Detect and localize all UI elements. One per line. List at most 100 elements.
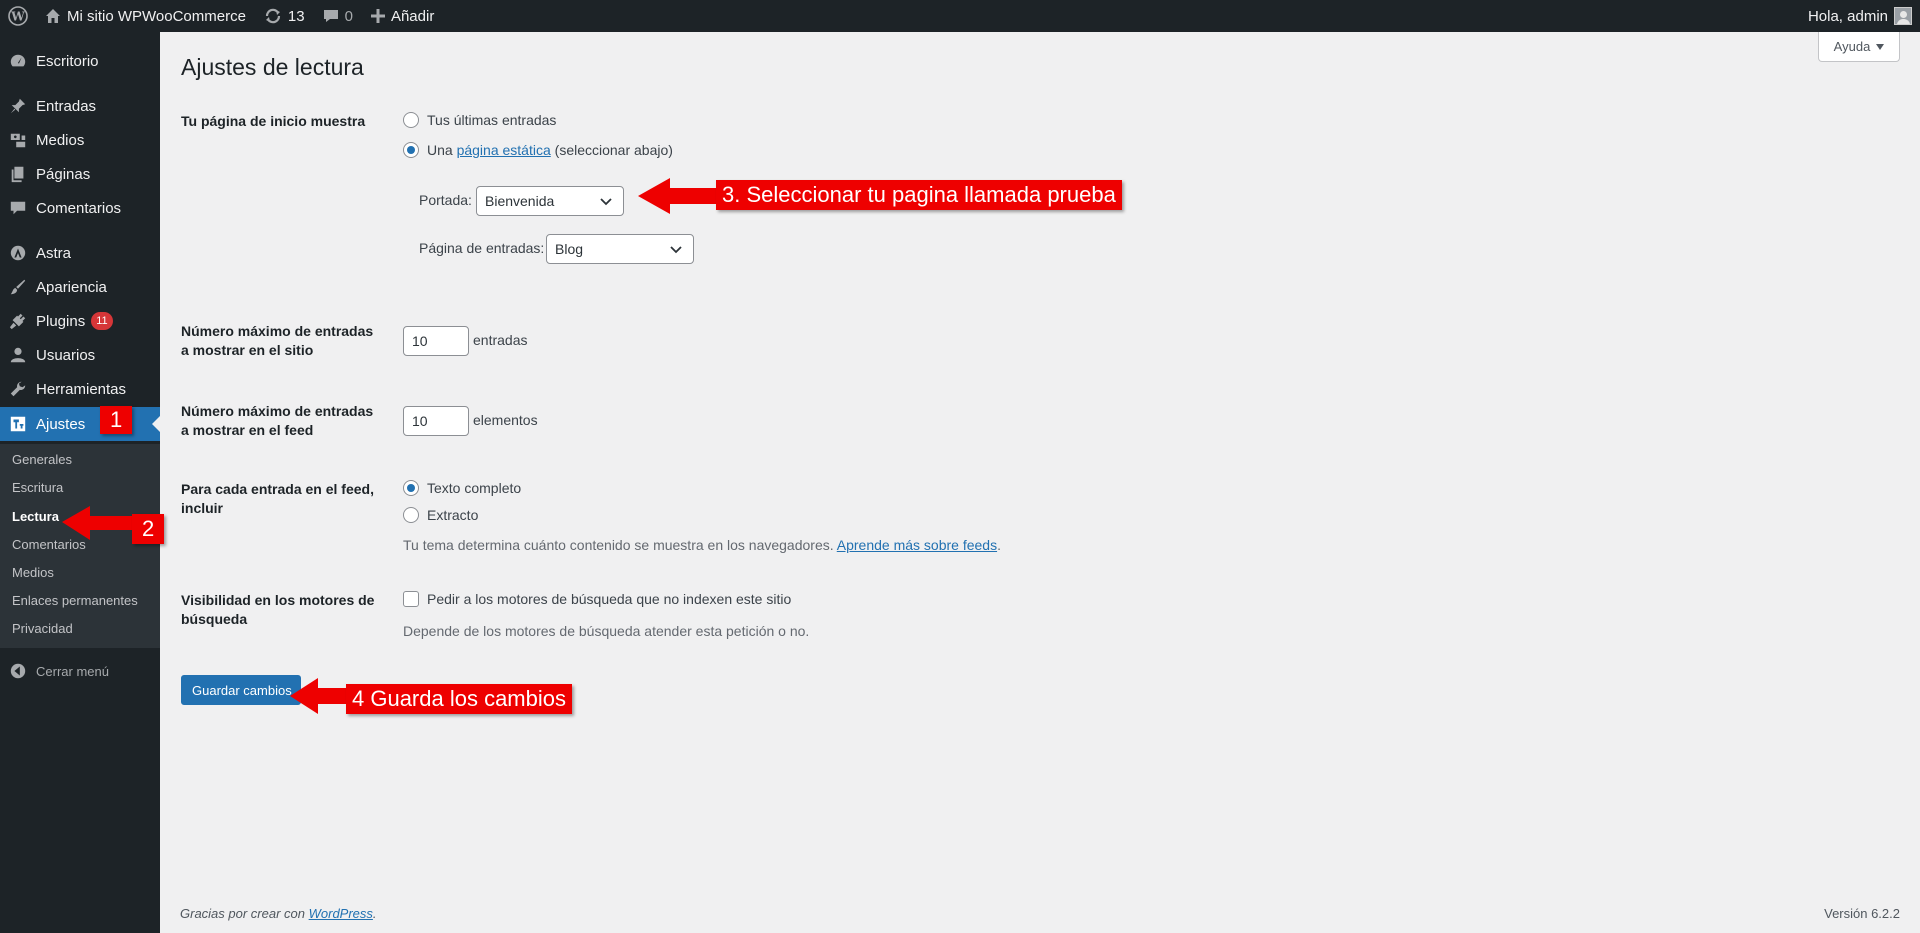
wordpress-logo-icon[interactable]: W: [0, 0, 36, 32]
sidebar-item-escritorio[interactable]: Escritorio: [0, 44, 160, 78]
option-static-suffix: (seleccionar abajo): [554, 142, 673, 158]
sidebar-item-label: Medios: [36, 131, 85, 149]
site-name-link[interactable]: Mi sitio WPWooCommerce: [36, 0, 255, 32]
plus-icon: [370, 9, 385, 23]
sidebar-item-medios[interactable]: Medios: [0, 123, 160, 157]
sidebar-item-astra[interactable]: Astra: [0, 236, 160, 270]
option-latest-posts[interactable]: Tus últimas entradas: [403, 112, 556, 128]
option-excerpt[interactable]: Extracto: [403, 507, 478, 523]
submenu-enlaces-permanentes[interactable]: Enlaces permanentes: [12, 591, 138, 611]
sidebar-item-label: Páginas: [36, 165, 91, 183]
submenu-privacidad[interactable]: Privacidad: [12, 619, 73, 639]
annotation-step-4: 4 Guarda los cambios: [346, 684, 572, 714]
posts-per-rss-unit: elementos: [473, 412, 538, 428]
radio-latest-posts[interactable]: [403, 112, 419, 128]
my-account-link[interactable]: Hola, admin: [1799, 0, 1920, 32]
option-discourage-search[interactable]: Pedir a los motores de búsqueda que no i…: [403, 591, 791, 607]
sidebar-item-comentarios[interactable]: Comentarios: [0, 191, 160, 225]
comments-icon: [0, 199, 36, 217]
svg-text:W: W: [10, 10, 25, 24]
collapse-menu-label: Cerrar menú: [36, 663, 109, 679]
annotation-arrow-2: [62, 506, 138, 540]
sidebar-item-label: Ajustes: [36, 415, 86, 433]
sidebar-item-plugins[interactable]: Plugins 11: [0, 304, 160, 338]
help-button[interactable]: Ayuda: [1818, 32, 1900, 62]
comments-link[interactable]: 0: [314, 0, 362, 32]
submenu-generales[interactable]: Generales: [12, 450, 72, 470]
sidebar-item-label: Astra: [36, 244, 72, 262]
option-static-prefix: Una: [427, 142, 453, 158]
radio-excerpt[interactable]: [403, 507, 419, 523]
sidebar-item-ajustes[interactable]: Ajustes: [0, 407, 160, 441]
portada-value: Bienvenida: [485, 193, 555, 209]
portada-select[interactable]: Bienvenida: [476, 186, 624, 216]
dashboard-icon: [0, 52, 36, 70]
main-content: Ayuda Ajustes de lectura Tu página de in…: [160, 32, 1920, 933]
posts-per-page-input[interactable]: 10: [403, 326, 469, 356]
option-excerpt-label: Extracto: [427, 507, 479, 523]
posts-per-page-value: 10: [412, 333, 428, 349]
submenu-medios[interactable]: Medios: [12, 563, 54, 583]
radio-full-text[interactable]: [403, 480, 419, 496]
sidebar-item-herramientas[interactable]: Herramientas: [0, 372, 160, 406]
radio-static-page[interactable]: [403, 142, 419, 158]
admin-bar: W Mi sitio WPWooCommerce 13 0 Añadir Hol…: [0, 0, 1920, 32]
posts-per-rss-input[interactable]: 10: [403, 406, 469, 436]
sidebar-item-paginas[interactable]: Páginas: [0, 157, 160, 191]
wordpress-link[interactable]: WordPress: [309, 906, 373, 921]
option-latest-label: Tus últimas entradas: [427, 112, 557, 128]
updates-link[interactable]: 13: [255, 0, 314, 32]
portada-label: Portada:: [419, 192, 472, 208]
feeds-learn-more-link[interactable]: Aprende más sobre feeds: [837, 537, 997, 553]
home-icon: [46, 9, 60, 23]
feed-description-suffix: .: [997, 537, 1001, 553]
discourage-search-checkbox[interactable]: [403, 591, 419, 607]
caret-down-icon: [1876, 43, 1885, 50]
sidebar-item-label: Escritorio: [36, 52, 99, 70]
footer-thanks-text: Gracias por crear con: [180, 906, 305, 921]
option-static-label: Una página estática (seleccionar abajo): [427, 142, 673, 158]
wrench-icon: [0, 380, 36, 398]
page-title: Ajustes de lectura: [181, 54, 364, 80]
annotation-arrow-3: [638, 178, 718, 214]
pages-icon: [0, 165, 36, 183]
collapse-arrow-icon: [0, 662, 36, 680]
posts-page-value: Blog: [555, 241, 584, 257]
collapse-menu-button[interactable]: Cerrar menú: [0, 654, 160, 688]
sidebar-item-label: Plugins: [36, 312, 86, 330]
submenu-escritura[interactable]: Escritura: [12, 478, 63, 498]
submenu-lectura[interactable]: Lectura: [12, 507, 59, 527]
avatar: [1894, 7, 1912, 25]
sidebar-item-label: Apariencia: [36, 278, 107, 296]
search-visibility-label: Visibilidad en los motores de búsqueda: [181, 592, 375, 627]
posts-page-select[interactable]: Blog: [546, 234, 694, 264]
sidebar-item-usuarios[interactable]: Usuarios: [0, 338, 160, 372]
annotation-step-3: 3. Seleccionar tu pagina llamada prueba: [716, 180, 1122, 210]
help-label: Ayuda: [1833, 39, 1871, 54]
save-button[interactable]: Guardar cambios: [181, 675, 301, 705]
annotation-step-1: 1: [100, 406, 133, 434]
static-page-link[interactable]: página estática: [457, 142, 551, 158]
annotation-step-2: 2: [132, 514, 165, 544]
settings-icon: [0, 415, 36, 433]
sidebar-item-label: Usuarios: [36, 346, 96, 364]
option-full-text[interactable]: Texto completo: [403, 480, 521, 496]
media-icon: [0, 131, 36, 149]
sidebar-item-label: Entradas: [36, 97, 97, 115]
brush-icon: [0, 278, 36, 296]
new-content-link[interactable]: Añadir: [362, 0, 443, 32]
sidebar-item-apariencia[interactable]: Apariencia: [0, 270, 160, 304]
feed-content-label: Para cada entrada en el feed, incluir: [181, 481, 374, 516]
footer-thanks: Gracias por crear con WordPress.: [180, 906, 377, 921]
feed-description-text: Tu tema determina cuánto contenido se mu…: [403, 537, 834, 553]
comments-count: 0: [344, 7, 353, 25]
posts-per-rss-label: Número máximo de entradas a mostrar en e…: [181, 403, 374, 438]
posts-per-rss-value: 10: [412, 413, 428, 429]
posts-per-page-label: Número máximo de entradas a mostrar en e…: [181, 323, 374, 358]
discourage-search-label: Pedir a los motores de búsqueda que no i…: [427, 591, 792, 607]
footer-version: Versión 6.2.2: [1824, 906, 1900, 921]
feed-description: Tu tema determina cuánto contenido se mu…: [403, 537, 1001, 553]
option-static-page[interactable]: Una página estática (seleccionar abajo): [403, 142, 673, 158]
sidebar-item-entradas[interactable]: Entradas: [0, 89, 160, 123]
posts-per-page-unit: entradas: [473, 332, 528, 348]
